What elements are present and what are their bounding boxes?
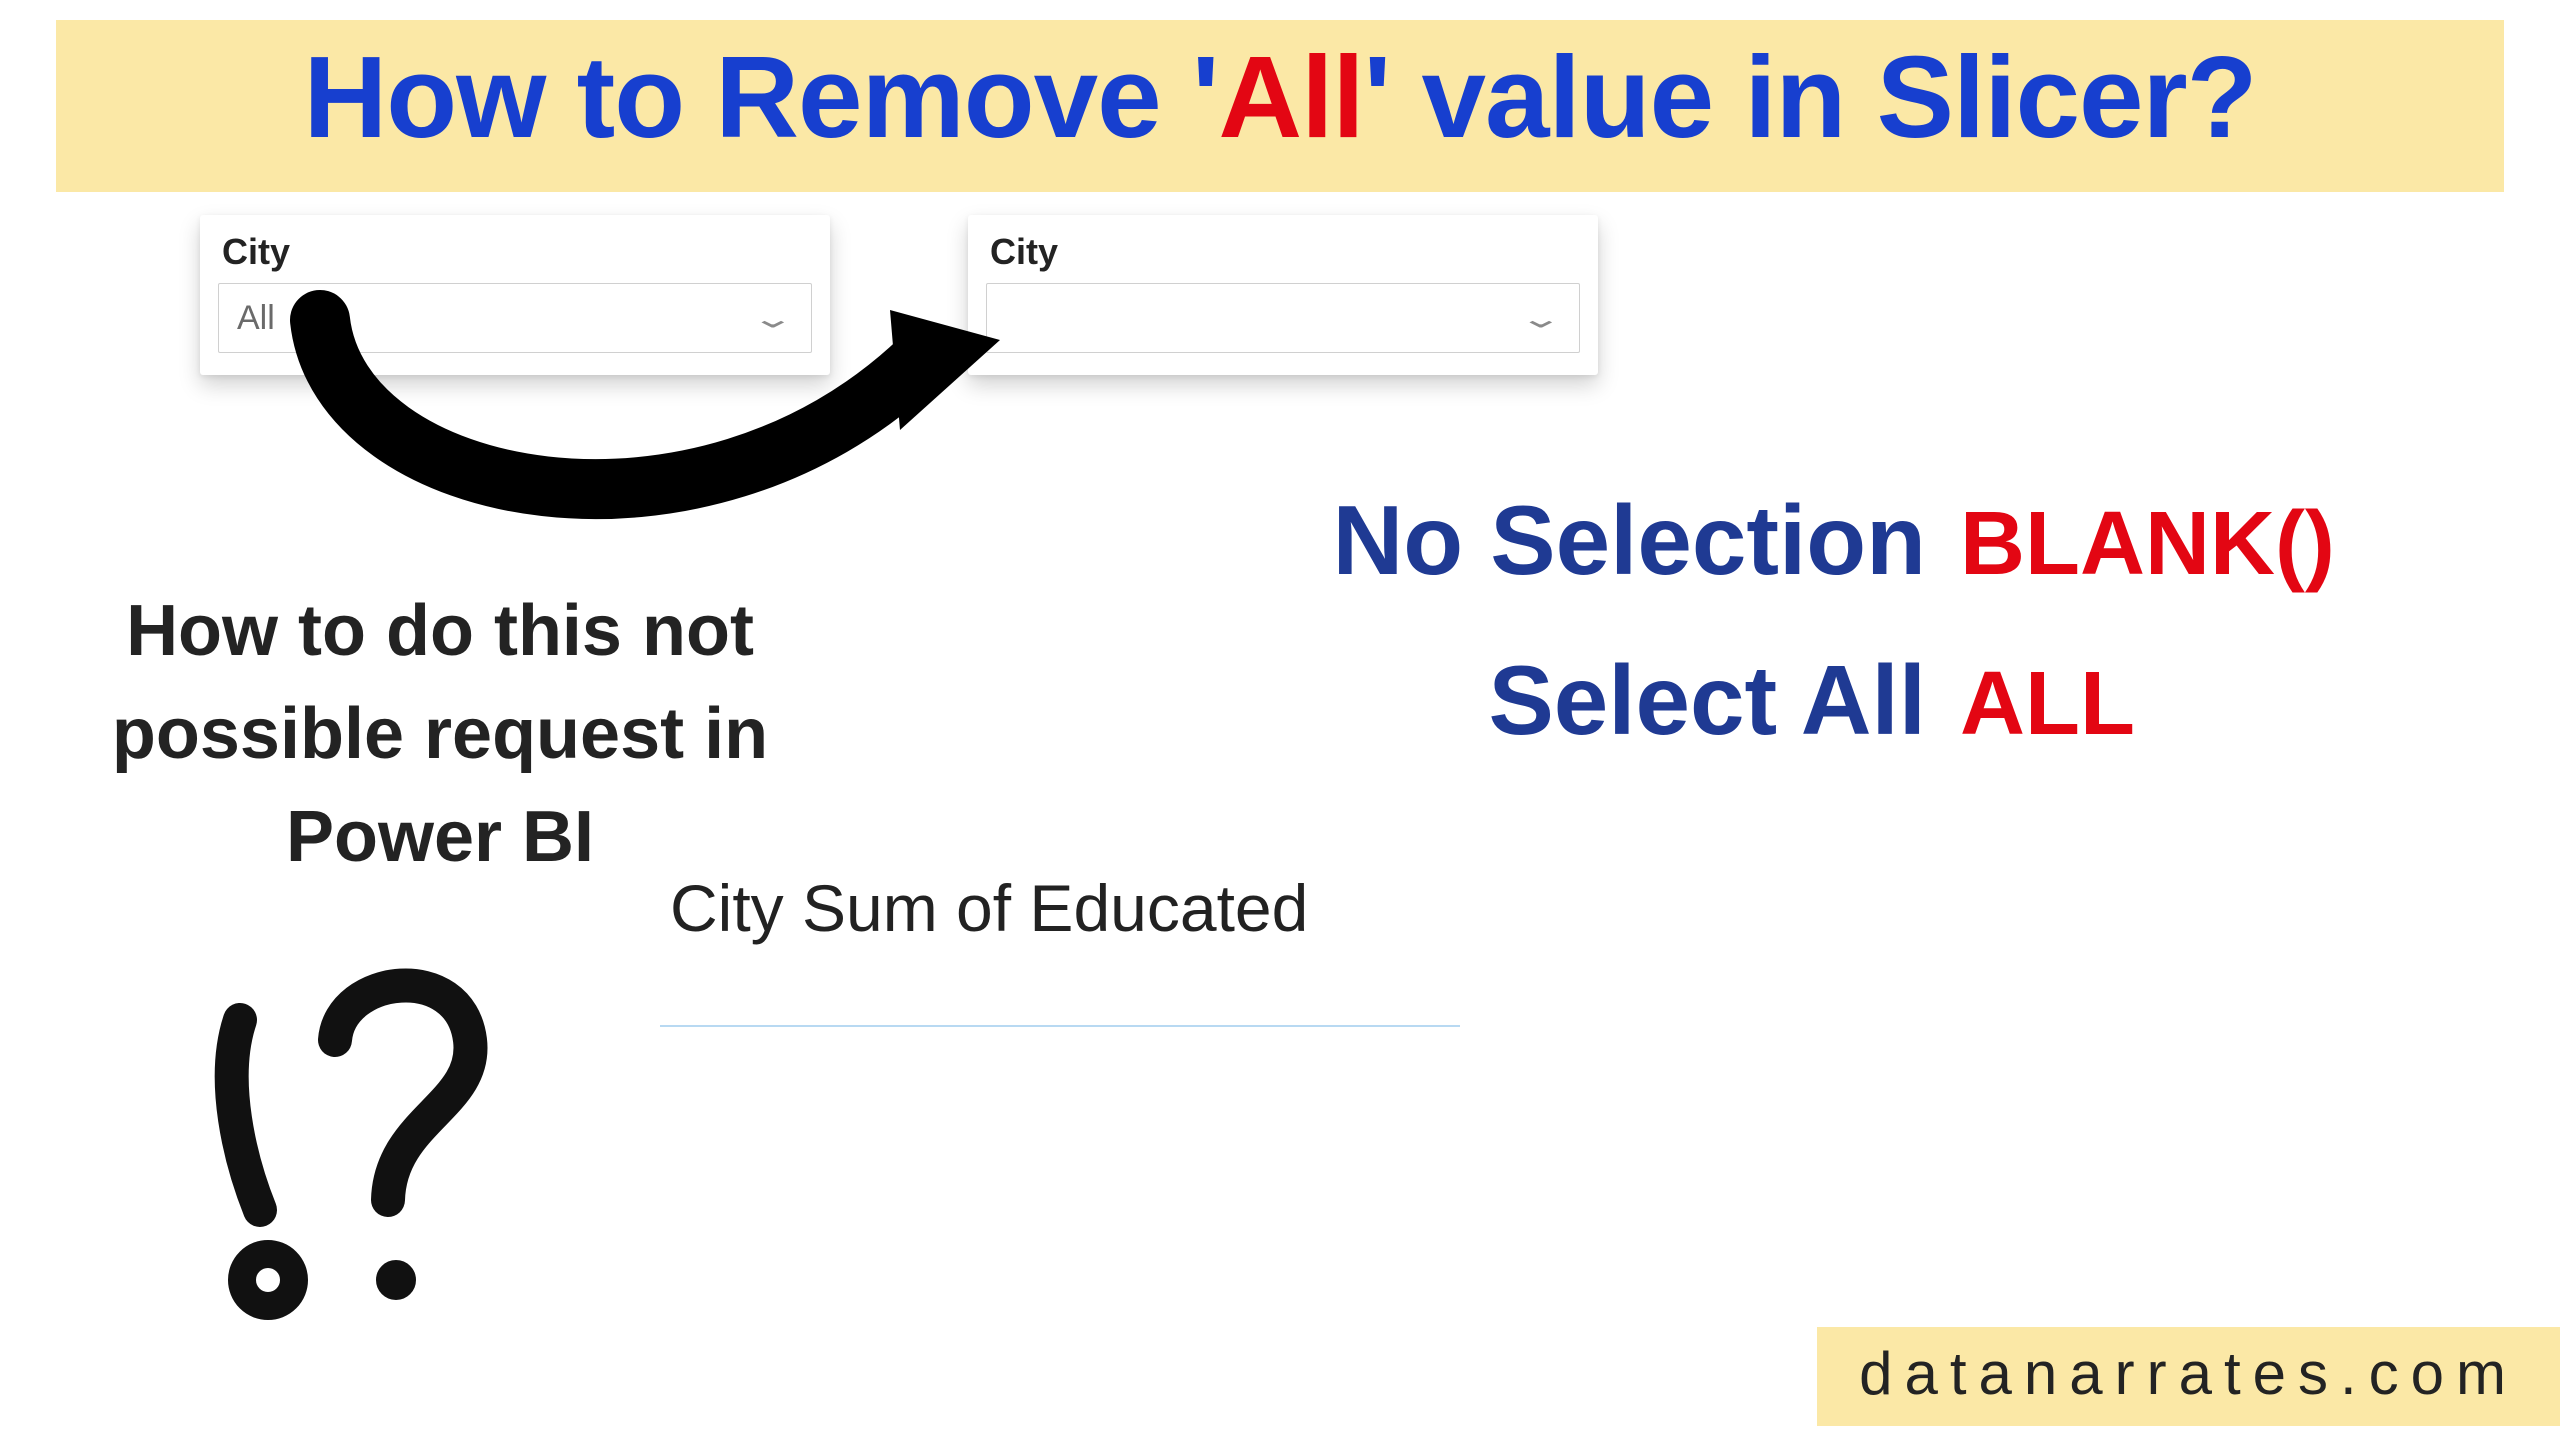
mapping-right-1: BLANK()	[1960, 472, 2335, 616]
footer-text: datanarrates.com	[1859, 1340, 2518, 1407]
footer-band: datanarrates.com	[1817, 1327, 2560, 1426]
title-text: How to Remove 'All' value in Slicer?	[303, 32, 2256, 162]
mapping-block: No Selection BLANK() Select All ALL	[1200, 465, 2460, 785]
mapping-row-2: Select All ALL	[1200, 625, 2460, 777]
arrow-icon	[280, 280, 1000, 600]
slicer-after-label: City	[986, 231, 1580, 273]
title-part2: ' value in Slicer?	[1364, 32, 2257, 162]
mapping-right-2: ALL	[1960, 632, 2135, 776]
mapping-row-1: No Selection BLANK()	[1200, 465, 2460, 617]
title-part1: How to Remove '	[303, 32, 1218, 162]
exclaim-question-icon	[160, 960, 520, 1330]
slicer-after: City ⌄	[968, 215, 1598, 375]
chevron-down-icon: ⌄	[1519, 302, 1564, 334]
title-band: How to Remove 'All' value in Slicer?	[56, 20, 2504, 192]
mapping-left-2: Select All	[1200, 625, 1960, 777]
mapping-left-1: No Selection	[1200, 465, 1960, 617]
slicer-before-value: All	[237, 299, 275, 338]
title-highlight: All	[1218, 32, 1363, 162]
table-header: City Sum of Educated	[670, 870, 1308, 946]
slicer-before-label: City	[218, 231, 812, 273]
subtext: How to do this not possible request in P…	[60, 580, 820, 889]
table-divider	[660, 1025, 1460, 1027]
slicer-after-input[interactable]: ⌄	[986, 283, 1580, 353]
